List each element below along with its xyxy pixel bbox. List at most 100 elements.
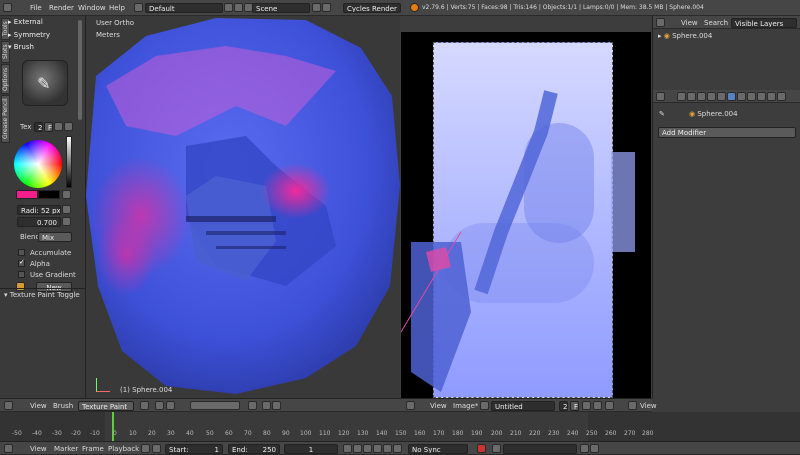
tex-add-icon[interactable] xyxy=(54,122,63,131)
alpha-checkbox[interactable]: ✓ xyxy=(18,258,25,267)
world-tab-icon[interactable] xyxy=(697,92,706,101)
image-close-icon[interactable] xyxy=(605,401,614,410)
menu-file[interactable]: File xyxy=(30,3,42,13)
image-users[interactable]: 2 xyxy=(559,401,568,411)
jump-end-icon[interactable] xyxy=(393,444,402,453)
constraints-tab-icon[interactable] xyxy=(717,92,726,101)
preview-range-icon[interactable] xyxy=(141,444,150,453)
scene-add-icon[interactable] xyxy=(312,3,321,12)
image-new-icon[interactable] xyxy=(582,401,591,410)
uv-image-editor[interactable] xyxy=(401,32,651,398)
image-fake-user[interactable]: F xyxy=(570,401,579,411)
swap-colors-icon[interactable] xyxy=(62,190,71,199)
image-pin-icon[interactable] xyxy=(628,401,637,410)
keying-set-icon[interactable] xyxy=(492,444,501,453)
end-frame-field[interactable]: End: 250 xyxy=(228,444,280,454)
texture-paint-toggle-label[interactable]: ▾ Texture Paint Toggle xyxy=(4,290,80,300)
accumulate-checkbox[interactable] xyxy=(18,249,25,256)
outliner-view-menu[interactable]: View xyxy=(681,18,698,28)
play-reverse-icon[interactable] xyxy=(363,444,372,453)
layout-icon[interactable] xyxy=(134,3,143,12)
scene-selector[interactable]: Scene xyxy=(252,3,310,13)
render-image-icon[interactable] xyxy=(272,401,281,410)
render-tab-icon[interactable] xyxy=(677,92,686,101)
modifiers-tab-icon[interactable] xyxy=(727,92,736,101)
use-gradient-checkbox[interactable] xyxy=(18,271,25,278)
layout-add-icon[interactable] xyxy=(224,3,233,12)
prev-keyframe-icon[interactable] xyxy=(353,444,362,453)
render-engine-selector[interactable]: Cycles Render xyxy=(343,3,401,13)
image-view-menu[interactable]: View xyxy=(430,401,447,411)
pivot-icon[interactable] xyxy=(155,401,164,410)
jump-start-icon[interactable] xyxy=(343,444,352,453)
data-tab-icon[interactable] xyxy=(737,92,746,101)
delete-keyframe-icon[interactable] xyxy=(590,444,599,453)
tex-close-icon[interactable] xyxy=(64,122,73,131)
blend-selector[interactable]: Mix xyxy=(38,232,72,242)
radius-field[interactable]: Radi: 52 px xyxy=(17,205,61,215)
secondary-color-swatch[interactable] xyxy=(38,190,60,199)
timeline-editor-icon[interactable] xyxy=(4,444,13,453)
object-tab-icon[interactable] xyxy=(707,92,716,101)
insert-keyframe-icon[interactable] xyxy=(580,444,589,453)
material-tab-icon[interactable] xyxy=(747,92,756,101)
viewport-3d[interactable]: User Ortho Meters (1) Sphere.004 xyxy=(86,16,400,398)
viewport-view-menu[interactable]: View xyxy=(30,401,47,411)
scrollbar[interactable] xyxy=(78,20,82,120)
timeline-view-menu[interactable]: View xyxy=(30,444,47,454)
mode-selector[interactable]: Texture Paint xyxy=(78,401,134,411)
color-wheel[interactable] xyxy=(14,140,62,188)
layout-selector[interactable]: Default xyxy=(145,3,223,13)
outliner-search-menu[interactable]: Search xyxy=(704,18,728,28)
timeline-frame-menu[interactable]: Frame xyxy=(82,444,104,454)
physics-tab-icon[interactable] xyxy=(777,92,786,101)
outliner-item[interactable]: ▸ ◉ Sphere.004 xyxy=(658,31,712,41)
render-preview-icon[interactable] xyxy=(262,401,271,410)
image-open-icon[interactable] xyxy=(593,401,602,410)
strength-field[interactable]: 0.700 xyxy=(17,217,61,227)
menu-help[interactable]: Help xyxy=(109,3,125,13)
keying-set-field[interactable] xyxy=(503,444,577,454)
texture-tab-icon[interactable] xyxy=(757,92,766,101)
tab-grease-pencil[interactable]: Grease Pencil xyxy=(1,95,10,143)
particles-tab-icon[interactable] xyxy=(767,92,776,101)
image-name-field[interactable]: Untitled xyxy=(491,401,555,411)
lock-icon[interactable] xyxy=(248,401,257,410)
next-keyframe-icon[interactable] xyxy=(383,444,392,453)
value-slider[interactable] xyxy=(66,136,72,188)
image-menu[interactable]: Image* xyxy=(453,401,478,411)
layers-icon[interactable] xyxy=(190,401,240,410)
brush-preview[interactable]: ✎ xyxy=(22,60,68,106)
section-brush[interactable]: ▾ Brush xyxy=(8,42,78,53)
strength-pressure-icon[interactable] xyxy=(62,217,71,226)
menu-render[interactable]: Render xyxy=(49,3,74,13)
section-symmetry[interactable]: ▸ Symmetry xyxy=(8,30,78,41)
record-icon[interactable] xyxy=(477,444,486,453)
primary-color-swatch[interactable] xyxy=(16,190,38,199)
layout-close-icon[interactable] xyxy=(234,3,243,12)
image-browse-icon[interactable] xyxy=(480,401,489,410)
sync-selector[interactable]: No Sync xyxy=(408,444,468,454)
section-external[interactable]: ▸ External xyxy=(8,17,78,28)
current-frame-field[interactable]: 1 xyxy=(284,444,338,454)
add-modifier-button[interactable]: Add Modifier xyxy=(658,127,796,138)
timeline-playback-menu[interactable]: Playback xyxy=(108,444,139,454)
shading-icon[interactable] xyxy=(140,401,149,410)
outliner-editor-icon[interactable] xyxy=(656,18,665,27)
radius-pressure-icon[interactable] xyxy=(62,205,71,214)
outliner-filter-selector[interactable]: Visible Layers xyxy=(731,18,797,28)
scene-tab-icon[interactable] xyxy=(687,92,696,101)
menu-window[interactable]: Window xyxy=(78,3,106,13)
image-editor-icon[interactable] xyxy=(406,401,415,410)
playback-clock-icon[interactable] xyxy=(152,444,161,453)
timeline-marker-menu[interactable]: Marker xyxy=(54,444,78,454)
props-editor-icon[interactable] xyxy=(656,92,665,101)
viewport-brush-menu[interactable]: Brush xyxy=(53,401,73,411)
tex-fake-user[interactable]: F xyxy=(44,122,53,132)
start-frame-field[interactable]: Start: 1 xyxy=(165,444,223,454)
play-icon[interactable] xyxy=(373,444,382,453)
editor-type-icon[interactable] xyxy=(3,3,12,12)
image-view-mode[interactable]: View xyxy=(640,401,657,411)
tex-users[interactable]: 2 xyxy=(34,122,43,132)
scene-close-icon[interactable] xyxy=(322,3,331,12)
